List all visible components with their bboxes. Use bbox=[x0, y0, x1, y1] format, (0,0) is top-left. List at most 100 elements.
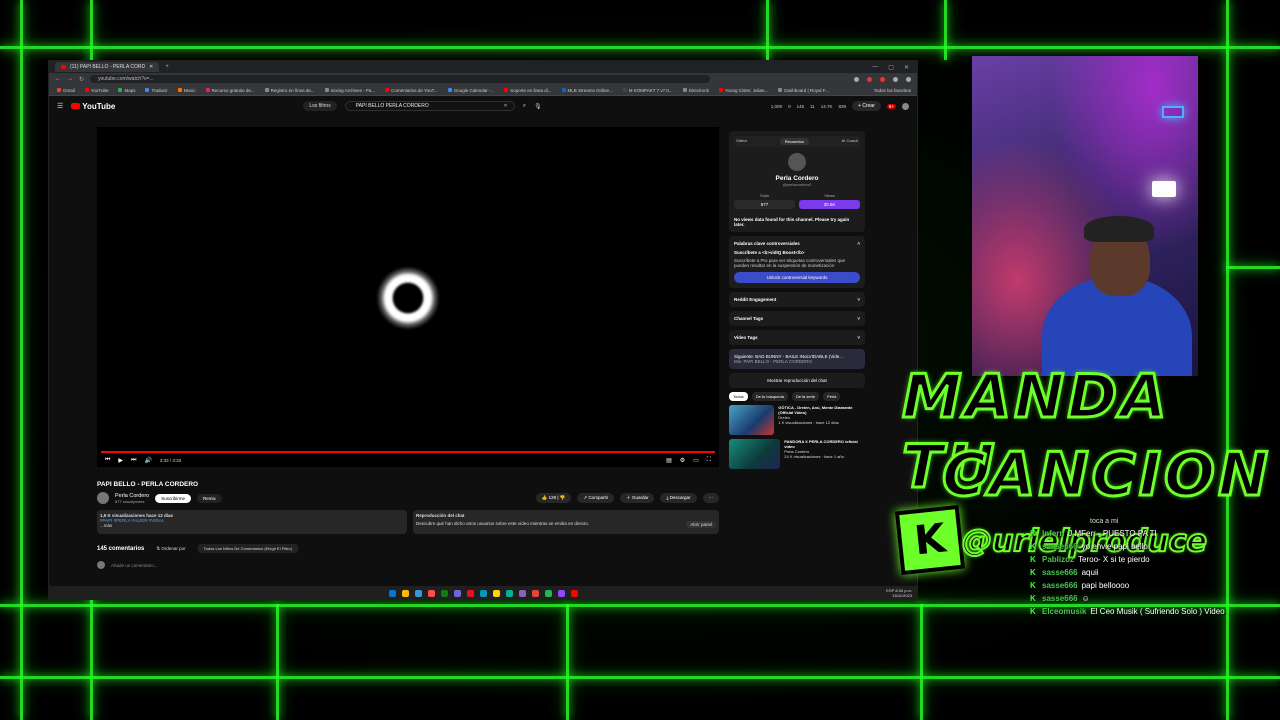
more-actions-icon[interactable]: ⋯ bbox=[702, 493, 719, 503]
notification-badge[interactable]: 9+ bbox=[886, 103, 896, 109]
header-stat[interactable]: 0 bbox=[788, 104, 791, 109]
collapsible-section[interactable]: Video Tags ˅ bbox=[729, 330, 865, 345]
forward-icon[interactable]: → bbox=[67, 76, 73, 82]
vidiq-tab[interactable]: Visitor bbox=[736, 138, 747, 145]
search-icon[interactable]: ⌕ bbox=[523, 103, 526, 110]
back-icon[interactable]: ← bbox=[55, 76, 61, 82]
header-stat[interactable]: 14.7K bbox=[821, 104, 833, 109]
open-panel-button[interactable]: Abrir panel bbox=[686, 521, 716, 528]
taskbar-app-icon[interactable] bbox=[492, 589, 500, 597]
all-bookmarks[interactable]: Todos los favoritos bbox=[874, 88, 917, 93]
taskbar-app-icon[interactable] bbox=[440, 589, 448, 597]
filter-chip[interactable]: De tu búsqueda bbox=[751, 392, 788, 401]
bookmark-item[interactable]: mixing Archives - Pa... bbox=[324, 88, 375, 93]
taskbar-app-icon[interactable] bbox=[544, 589, 552, 597]
next-icon[interactable]: ⏭ bbox=[131, 457, 136, 464]
channel-avatar[interactable] bbox=[97, 492, 109, 504]
header-stat[interactable]: 146 bbox=[797, 104, 805, 109]
sort-button[interactable]: ⇅ Ordenar por bbox=[156, 546, 185, 552]
controversial-header[interactable]: Palabras clave controversiales ˄ bbox=[734, 241, 860, 246]
taskbar-app-icon[interactable] bbox=[414, 589, 422, 597]
recommendation-item[interactable]: PANDORA X PERLA CORDERO /oficial video Pe… bbox=[729, 439, 865, 469]
create-button[interactable]: + Crear bbox=[852, 101, 881, 111]
taskbar-app-icon[interactable] bbox=[505, 589, 513, 597]
url-input[interactable]: youtube.com/watch?v=... bbox=[90, 75, 711, 83]
video-player[interactable]: ⏮ ▶ ⏭ 🔊 3:33 / 3:33 ▤ ⚙ ▭ ⛶ bbox=[97, 127, 719, 467]
show-chat-button[interactable]: Mostrar reproducción del chat bbox=[729, 373, 865, 388]
channel-name[interactable]: Perla Cordero bbox=[115, 493, 149, 499]
comment-filter-select[interactable]: Todos Los Niños De Comentarios (Elegir E… bbox=[197, 544, 298, 553]
share-button[interactable]: ↗ Compartir bbox=[577, 493, 615, 503]
minimize-icon[interactable]: — bbox=[872, 64, 878, 71]
taskbar-app-icon[interactable] bbox=[570, 589, 578, 597]
like-button[interactable]: 👍 129 | 👎 bbox=[535, 493, 572, 503]
bookmark-item[interactable]: Dashboard | Royal F... bbox=[778, 88, 829, 93]
bookmark-item[interactable]: Google Calendar -... bbox=[447, 88, 494, 93]
filter-chip[interactable]: Todos bbox=[729, 392, 748, 401]
filter-button[interactable]: Los filtros bbox=[303, 101, 337, 111]
header-stat[interactable]: 1,009 bbox=[771, 104, 782, 109]
menu-icon[interactable]: ☰ bbox=[57, 102, 63, 110]
recommendation-item[interactable]: GÓTICA - Drelen, Anú, Mente Diamante (Of… bbox=[729, 405, 865, 435]
settings-icon[interactable]: ⚙ bbox=[680, 457, 685, 464]
taskbar-app-icon[interactable] bbox=[401, 589, 409, 597]
taskbar-app-icon[interactable] bbox=[518, 589, 526, 597]
mic-icon[interactable]: 🎙 bbox=[534, 103, 542, 110]
bookmark-item[interactable]: YouTube bbox=[84, 88, 108, 93]
extension-icon[interactable] bbox=[854, 76, 859, 82]
bookmark-item[interactable]: Gmail bbox=[57, 88, 75, 93]
rec-thumbnail[interactable] bbox=[729, 405, 775, 435]
bookmark-item[interactable]: MLB Streams Online... bbox=[561, 88, 613, 93]
vidiq-tab[interactable]: Recuentos bbox=[779, 138, 809, 145]
bookmark-item[interactable]: Comentarios de YouT... bbox=[385, 88, 438, 93]
extension-icon[interactable] bbox=[893, 76, 898, 82]
reload-icon[interactable]: ↻ bbox=[79, 76, 84, 83]
download-button[interactable]: ⤓ Descargar bbox=[660, 493, 697, 503]
unlock-button[interactable]: Unlock controversial keywords bbox=[734, 272, 860, 283]
bookmark-item[interactable]: Music bbox=[177, 88, 196, 93]
progress-bar[interactable] bbox=[101, 451, 715, 453]
bookmark-item[interactable]: Registro en línea de... bbox=[264, 88, 315, 93]
save-button[interactable]: ＋ Guardar bbox=[620, 493, 655, 503]
bookmark-item[interactable]: M KOMPAKT 7 v7.0... bbox=[622, 88, 673, 93]
taskbar-app-icon[interactable] bbox=[388, 589, 396, 597]
show-more-link[interactable]: ...más bbox=[100, 523, 404, 528]
clear-search-icon[interactable]: ✕ bbox=[504, 102, 514, 110]
header-stat[interactable]: 839 bbox=[839, 104, 847, 109]
vidiq-tab[interactable]: AI Coach bbox=[842, 138, 858, 145]
volume-icon[interactable]: 🔊 bbox=[144, 457, 151, 464]
taskbar-app-icon[interactable] bbox=[531, 589, 539, 597]
maximize-icon[interactable]: ▢ bbox=[888, 64, 894, 71]
taskbar-app-icon[interactable] bbox=[466, 589, 474, 597]
extension-icon[interactable] bbox=[880, 76, 885, 82]
rec-thumbnail[interactable] bbox=[729, 439, 781, 469]
bookmark-item[interactable]: Traducir bbox=[145, 88, 168, 93]
bookmark-item[interactable]: Directrock bbox=[682, 88, 709, 93]
profile-icon[interactable] bbox=[906, 76, 911, 82]
bookmark-item[interactable]: Maps bbox=[118, 88, 135, 93]
taskbar-app-icon[interactable] bbox=[479, 589, 487, 597]
extension-icon[interactable] bbox=[867, 76, 872, 82]
collapsible-section[interactable]: Channel Tags ˅ bbox=[729, 311, 865, 326]
now-playing-card[interactable]: Siguiente: BAD BUNNY - BAILE INoLVIDABLE… bbox=[729, 349, 865, 369]
browser-tab[interactable]: (11) PAPI BELLO - PERLA CORD ✕ bbox=[55, 62, 160, 72]
header-stat[interactable]: 11 bbox=[810, 104, 815, 109]
taskbar-app-icon[interactable] bbox=[427, 589, 435, 597]
youtube-logo[interactable]: YouTube bbox=[71, 102, 115, 111]
search-input[interactable]: PAPI BELLO PERLA CORDERO ✕ bbox=[344, 101, 515, 111]
filter-chip[interactable]: De la serie bbox=[791, 392, 820, 401]
subscribe-button[interactable]: Suscribirme bbox=[155, 493, 192, 503]
add-comment-input[interactable]: Añade un comentario... bbox=[111, 563, 158, 568]
subtitles-icon[interactable]: ▤ bbox=[666, 457, 672, 464]
new-tab-icon[interactable]: + bbox=[165, 64, 169, 70]
bookmark-item[interactable]: Recurso gratuito de... bbox=[205, 88, 255, 93]
fullscreen-icon[interactable]: ⛶ bbox=[707, 457, 711, 464]
bookmark-item[interactable]: Young Cister, Julian... bbox=[718, 88, 768, 93]
bookmark-item[interactable]: Soporte en linea di... bbox=[504, 88, 552, 93]
taskbar-app-icon[interactable] bbox=[453, 589, 461, 597]
close-window-icon[interactable]: ✕ bbox=[904, 64, 909, 71]
play-icon[interactable]: ▶ bbox=[118, 457, 123, 464]
close-tab-icon[interactable]: ✕ bbox=[149, 64, 153, 70]
remix-button[interactable]: Remix bbox=[197, 493, 222, 503]
description-box[interactable]: 1,5 K visualizaciones hace 12 días #PAPI… bbox=[97, 510, 407, 534]
